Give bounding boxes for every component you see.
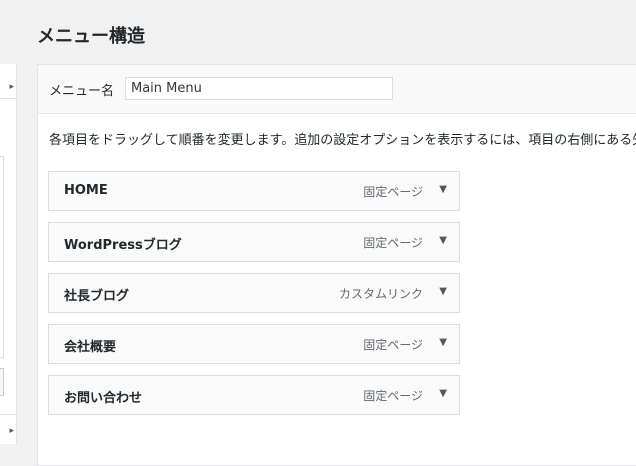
page-title: メニュー構造	[37, 26, 145, 47]
menu-item-title: 社長ブログ	[64, 289, 130, 304]
expand-toggle-icon[interactable]: ▼	[439, 337, 447, 348]
menu-item-type: カスタムリンク	[338, 287, 423, 301]
menu-item-company-overview[interactable]: 会社概要 固定ページ ▼	[48, 324, 460, 364]
menu-item-president-blog[interactable]: 社長ブログ カスタムリンク ▼	[48, 273, 460, 313]
menu-item-home[interactable]: HOME 固定ページ ▼	[48, 171, 460, 211]
divider	[0, 414, 16, 415]
menu-item-type: 固定ページ	[363, 185, 423, 199]
expand-toggle-icon[interactable]: ▼	[439, 235, 447, 246]
menu-item-title: HOME	[64, 183, 108, 198]
menu-item-contact[interactable]: お問い合わせ 固定ページ ▼	[48, 375, 460, 415]
menu-item-title: WordPressブログ	[64, 238, 182, 253]
expand-toggle-icon[interactable]: ▼	[439, 184, 447, 195]
divider	[0, 98, 16, 99]
menu-item-title: お問い合わせ	[64, 391, 143, 406]
menu-item-title: 会社概要	[64, 340, 117, 355]
menu-name-input[interactable]	[125, 77, 393, 100]
checklist-box	[0, 156, 4, 358]
menu-item-wordpress-blog[interactable]: WordPressブログ 固定ページ ▼	[48, 222, 460, 262]
expand-toggle-icon[interactable]: ▼	[439, 286, 447, 297]
add-to-menu-button[interactable]	[0, 368, 4, 396]
menu-item-type: 固定ページ	[363, 338, 423, 352]
collapse-arrow-icon[interactable]: ▸	[9, 82, 14, 92]
menu-item-type: 固定ページ	[363, 236, 423, 250]
collapse-arrow-icon[interactable]: ▸	[9, 426, 14, 436]
menu-name-label: メニュー名	[49, 84, 115, 99]
menu-header: メニュー名	[38, 65, 636, 114]
menu-item-type: 固定ページ	[363, 389, 423, 403]
drag-instructions: 各項目をドラッグして順番を変更します。追加の設定オプションを表示するには、項目の…	[49, 133, 636, 148]
left-column-panel: ▸ ▸	[0, 64, 17, 444]
expand-toggle-icon[interactable]: ▼	[439, 388, 447, 399]
